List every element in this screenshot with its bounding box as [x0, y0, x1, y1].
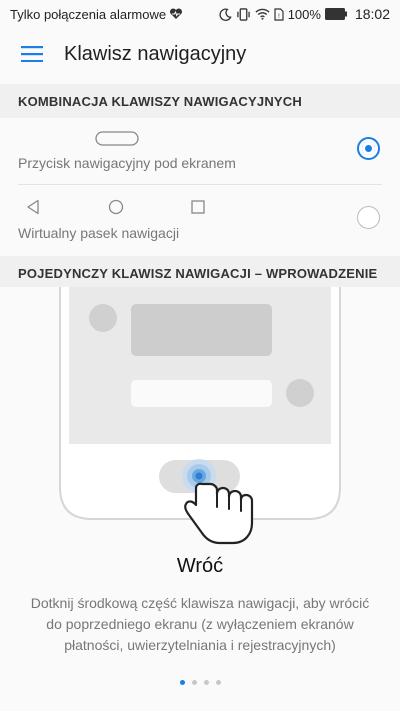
page-dot-2[interactable]	[191, 680, 197, 685]
page-indicator[interactable]	[0, 680, 400, 685]
page-title: Klawisz nawigacyjny	[64, 42, 247, 65]
status-icons: ! 100% 18:02	[219, 6, 390, 22]
radio-physical-button[interactable]	[357, 137, 380, 160]
vibrate-icon	[236, 7, 250, 21]
moon-icon	[219, 7, 232, 21]
section-header-combination: KOMBINACJA KLAWISZY NAWIGACYJNYCH	[0, 84, 400, 118]
page-dot-3[interactable]	[203, 680, 209, 685]
page-dot-4[interactable]	[215, 680, 221, 685]
svg-text:!: !	[278, 13, 280, 20]
tutorial-illustration	[0, 287, 400, 557]
tutorial-title: Wróć	[176, 555, 224, 577]
section-header-single-key: POJEDYNCZY KLAWISZ NAWIGACJI – WPROWADZE…	[0, 256, 400, 290]
home-circle-icon	[108, 199, 124, 215]
carrier-text: Tylko połączenia alarmowe	[10, 6, 167, 22]
option-label-virtual-nav-bar: Wirtualny pasek nawigacji	[18, 225, 180, 241]
back-triangle-icon	[27, 199, 39, 215]
page-dot-1[interactable]	[179, 680, 185, 685]
battery-icon	[324, 8, 347, 20]
tutorial-description: Dotknij środkową część klawisza nawigacj…	[30, 595, 370, 653]
radio-virtual-nav-bar[interactable]	[357, 206, 380, 229]
option-virtual-nav-bar[interactable]: Wirtualny pasek nawigacji	[0, 185, 400, 251]
status-bar: Tylko połączenia alarmowe ! 100% 18:02	[0, 0, 400, 28]
clock: 18:02	[354, 6, 390, 22]
recents-square-icon	[191, 200, 205, 214]
heart-icon	[170, 8, 183, 19]
phone-illustration	[59, 287, 341, 545]
sim-icon: !	[274, 7, 284, 21]
option-label-physical-button: Przycisk nawigacyjny pod ekranem	[18, 155, 236, 171]
menu-button[interactable]	[0, 28, 64, 80]
battery-percent: 100%	[287, 6, 321, 22]
physical-nav-key-icon	[95, 131, 139, 146]
hamburger-icon	[21, 46, 43, 62]
carrier-status: Tylko połączenia alarmowe	[10, 7, 183, 22]
option-physical-button[interactable]: Przycisk nawigacyjny pod ekranem	[0, 118, 400, 184]
wifi-icon	[255, 8, 270, 20]
app-bar: Klawisz nawigacyjny	[0, 28, 400, 80]
